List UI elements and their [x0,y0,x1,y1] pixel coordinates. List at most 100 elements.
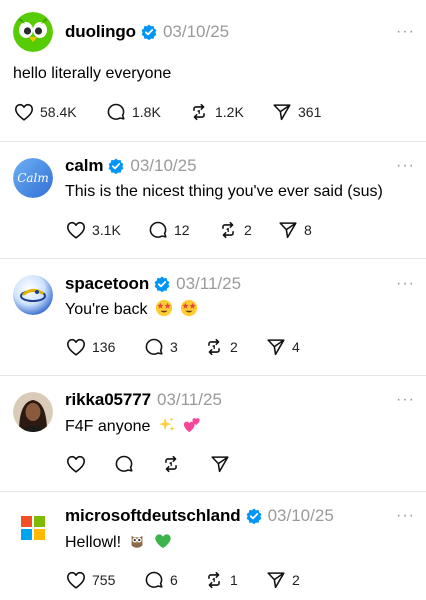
repost-button[interactable]: 1.2K [188,101,244,123]
share-button[interactable]: 2 [265,569,300,591]
send-icon [279,222,297,239]
post-date: 03/11/25 [156,390,222,409]
like-button[interactable]: 136 [65,336,115,358]
repost-count: 1 [230,572,238,588]
post-date: 03/10/25 [162,22,230,41]
post-date: 03/10/25 [267,506,334,525]
reply-button[interactable]: 12 [147,219,190,241]
post-text-line: You're back [65,299,198,320]
comment-icon [149,221,167,238]
reply-count: 12 [174,222,190,238]
calm-avatar[interactable]: Calm [13,158,53,198]
like-button[interactable]: 58.4K [13,101,77,123]
more-options-icon[interactable]: ··· [396,392,415,408]
post-actions [65,453,415,475]
send-icon [267,572,285,589]
heart-icon [66,338,86,356]
like-button[interactable]: 3.1K [65,219,121,241]
username[interactable]: microsoftdeutschland [65,506,241,526]
share-button[interactable] [209,453,236,475]
share-button[interactable]: 4 [265,336,300,358]
star-struck-emoji-icon [181,299,198,317]
post-header: spacetoon 03/11/25 [65,273,241,295]
post-actions: 3.1K 12 2 8 [65,219,415,241]
post-date: 03/11/25 [176,274,242,293]
post-text: Hellowl! [65,534,122,551]
username[interactable]: duolingo [65,22,136,42]
more-options-icon[interactable]: ··· [396,508,415,524]
more-options-icon[interactable]: ··· [396,276,415,292]
user-avatar[interactable] [13,392,53,432]
repost-button[interactable]: 1 [203,569,238,591]
heart-icon [66,455,86,473]
verified-badge-icon [246,508,261,524]
post-text: F4F anyone [65,418,151,435]
post-text: This is the nicest thing you've ever sai… [65,183,383,200]
like-count: 58.4K [40,104,77,120]
reply-count: 3 [170,339,178,355]
post-text: hello literally everyone [13,65,172,82]
post-calm: Calm calm 03/10/25 ··· This is the nices… [0,142,426,258]
reply-count: 1.8K [132,104,161,120]
username[interactable]: spacetoon [65,274,149,294]
send-icon [211,456,229,473]
post-spacetoon: spacetoon 03/11/25 ··· You're back 136 3… [0,259,426,375]
repost-count: 2 [230,339,238,355]
like-button[interactable]: 755 [65,569,115,591]
repost-icon [208,571,220,589]
share-button[interactable]: 8 [277,219,312,241]
reply-count: 6 [170,572,178,588]
reply-button[interactable] [113,453,140,475]
post-microsoftdeutschland: microsoftdeutschland 03/10/25 ··· Hellow… [0,492,426,600]
repost-icon [193,103,205,121]
post-date: 03/10/25 [130,156,197,175]
post-actions: 755 6 1 2 [65,569,415,591]
verified-badge-icon [154,276,170,292]
repost-button[interactable]: 2 [217,219,252,241]
repost-icon [165,455,177,473]
post-duolingo: duolingo 03/10/25 ··· hello literally ev… [0,0,426,140]
post-text-line: Hellowl! [65,532,172,553]
owl-emoji-icon [132,535,143,548]
heart-icon [66,571,86,589]
heart-icon [14,103,34,121]
more-options-icon[interactable]: ··· [396,24,415,40]
heart-icon [66,221,86,239]
post-rikka05777: rikka05777 03/11/25 ··· F4F anyone [0,376,426,490]
star-struck-emoji-icon [155,299,173,317]
share-button[interactable]: 361 [271,101,321,123]
share-count: 4 [292,339,300,355]
comment-icon [107,103,125,120]
share-count: 2 [292,572,300,588]
repost-count: 1.2K [215,104,244,120]
share-count: 361 [298,104,322,120]
username[interactable]: rikka05777 [65,390,151,410]
send-icon [273,104,291,121]
reply-button[interactable]: 1.8K [105,101,161,123]
post-header: calm 03/10/25 [65,155,197,177]
username[interactable]: calm [65,156,103,176]
post-actions: 58.4K 1.8K 1.2K 361 [13,101,413,123]
like-button[interactable] [65,453,92,475]
reply-button[interactable]: 3 [143,336,178,358]
spacetoon-avatar[interactable] [13,275,53,315]
post-header: microsoftdeutschland 03/10/25 [65,505,334,527]
reply-button[interactable]: 6 [143,569,178,591]
repost-button[interactable] [160,453,187,475]
microsoft-avatar[interactable] [13,508,53,548]
verified-badge-icon [108,158,124,174]
post-header: rikka05777 03/11/25 [65,389,222,411]
post-header: duolingo 03/10/25 [65,21,229,43]
repost-button[interactable]: 2 [203,336,238,358]
more-options-icon[interactable]: ··· [396,158,415,174]
sparkles-emoji-icon [158,417,175,432]
repost-count: 2 [244,222,252,238]
send-icon [267,339,285,356]
green-heart-emoji-icon [155,534,171,549]
repost-icon [222,221,234,239]
duolingo-avatar[interactable] [13,12,53,52]
repost-icon [208,338,220,356]
comment-icon [145,338,163,355]
comment-icon [145,571,163,588]
like-count: 755 [92,572,116,588]
